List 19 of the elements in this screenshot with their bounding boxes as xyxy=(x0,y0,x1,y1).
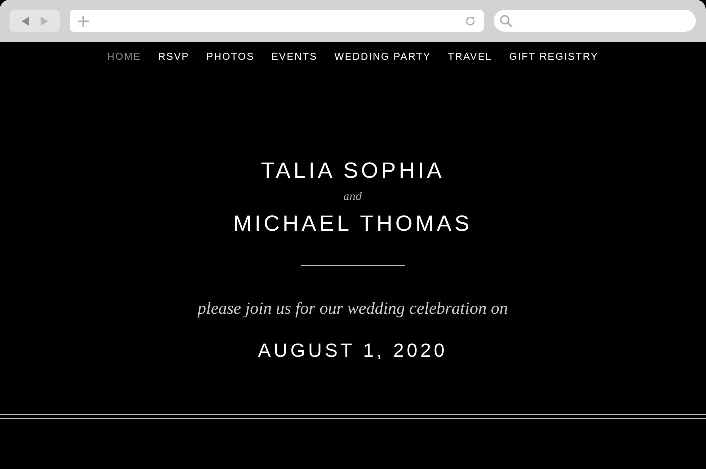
search-field[interactable] xyxy=(494,10,696,32)
nav-link[interactable]: PHOTOS xyxy=(206,50,255,64)
back-icon[interactable] xyxy=(21,16,30,26)
event-date: AUGUST 1, 2020 xyxy=(258,340,448,364)
reload-icon[interactable] xyxy=(465,16,476,26)
forward-icon[interactable] xyxy=(40,16,49,26)
search-icon xyxy=(500,14,513,28)
nav-link[interactable]: EVENTS xyxy=(272,50,318,64)
address-field[interactable] xyxy=(70,10,484,32)
connector-text: and xyxy=(344,191,362,205)
nav-link[interactable]: RSVP xyxy=(158,50,190,64)
nav-link[interactable]: TRAVEL xyxy=(448,50,492,64)
nav-link[interactable]: WEDDING PARTY xyxy=(334,50,432,64)
invitation-text: please join us for our wedding celebration on xyxy=(198,298,508,320)
couple-name: MICHAEL THOMAS xyxy=(234,211,472,237)
plus-icon[interactable] xyxy=(78,16,89,26)
nav-link[interactable]: HOME xyxy=(107,50,142,64)
couple-name: TALIA SOPHIA xyxy=(261,158,445,184)
nav-link[interactable]: GIFT REGISTRY xyxy=(509,50,599,64)
